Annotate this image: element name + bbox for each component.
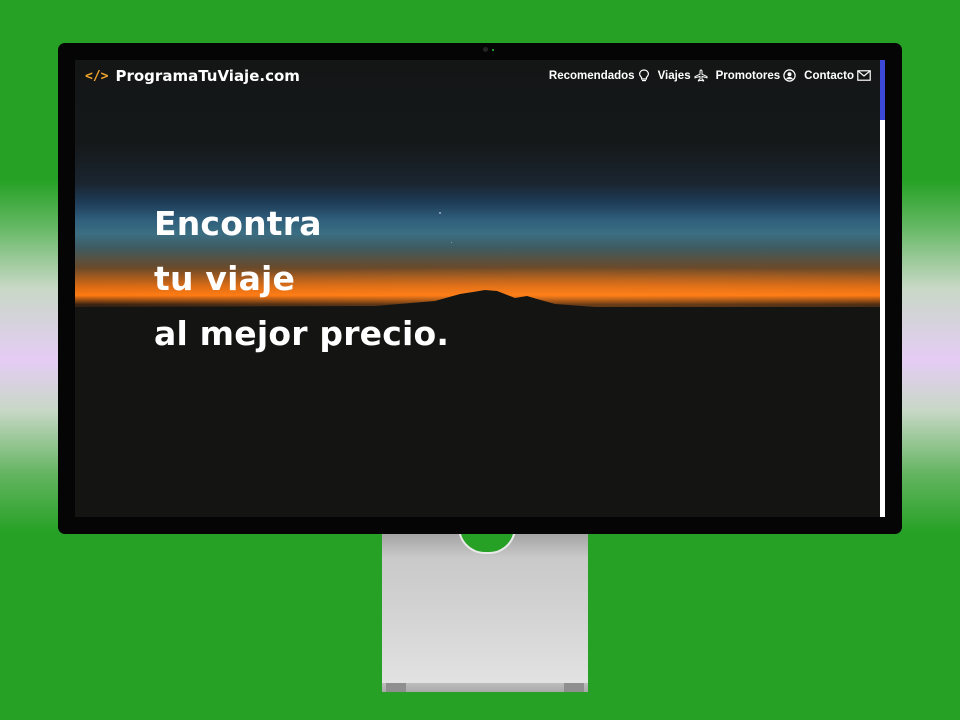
navbar: </> ProgramaTuViaje.com Recomendados Via… (75, 60, 880, 96)
hero-line: Encontra (154, 204, 322, 243)
camera-icon (483, 47, 488, 52)
brand-logo-link[interactable]: </> ProgramaTuViaje.com (85, 67, 300, 85)
code-icon: </> (85, 68, 109, 84)
envelope-icon (857, 70, 871, 81)
stand-foot (382, 683, 588, 692)
nav-item-recomendados[interactable]: Recomendados (549, 69, 650, 82)
lightbulb-icon (638, 69, 649, 82)
star-icon (451, 242, 452, 243)
nav-item-label: Contacto (804, 69, 854, 82)
hero-line: al mejor precio. (154, 314, 450, 353)
scrollbar-thumb[interactable] (880, 60, 885, 120)
nav-menu: Recomendados Viajes Promotores Contacto (549, 69, 871, 82)
hero-line: tu viaje (154, 259, 296, 298)
airplane-icon (694, 69, 708, 82)
camera-led-icon (492, 49, 494, 51)
website-screen: </> ProgramaTuViaje.com Recomendados Via… (75, 60, 885, 517)
scrollbar-track[interactable] (880, 60, 885, 517)
nav-item-label: Recomendados (548, 69, 635, 82)
nav-item-label: Promotores (715, 69, 781, 82)
hero-title: Encontra tu viaje al mejor precio. (154, 196, 449, 361)
nav-item-viajes[interactable]: Viajes (658, 69, 708, 82)
nav-item-label: Viajes (657, 69, 691, 82)
nav-item-promotores[interactable]: Promotores (716, 69, 797, 82)
user-circle-icon (783, 69, 796, 82)
brand-name: ProgramaTuViaje.com (115, 67, 300, 85)
nav-item-contacto[interactable]: Contacto (804, 70, 871, 82)
